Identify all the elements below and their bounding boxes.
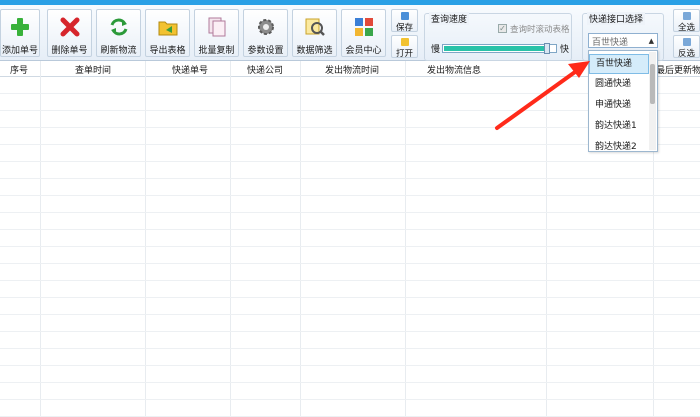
save-icon [401, 12, 409, 20]
export-icon [158, 21, 177, 36]
data-filter-button[interactable]: 数据筛选 [292, 9, 337, 57]
open-label: 打开 [395, 49, 413, 59]
table-row-line [0, 229, 700, 230]
courier-dropdown-list[interactable]: 百世快递 圆通快递 申通快递 韵达快递1 韵达快递2 [588, 50, 658, 152]
table-row-line [0, 280, 700, 281]
table-row-line [0, 212, 700, 213]
plus-icon [11, 18, 29, 36]
dropdown-arrow-icon: ▲ [648, 37, 654, 45]
column-header-ship-info[interactable]: 发出物流信息 [427, 63, 481, 76]
scroll-table-checkbox[interactable]: ✓ [498, 24, 507, 33]
settings-button[interactable]: 参数设置 [243, 9, 288, 57]
select-all-label: 全选 [677, 23, 695, 33]
batch-copy-button[interactable]: 批量复制 [194, 9, 239, 57]
invert-selection-label: 反选 [677, 49, 695, 59]
save-button[interactable]: 保存 [391, 9, 418, 33]
table-row-line [0, 297, 700, 298]
save-label: 保存 [395, 23, 413, 33]
table-row-line [0, 195, 700, 196]
table-row-line [0, 263, 700, 264]
query-speed-title: 查询速度 [429, 12, 470, 25]
dropdown-scrollbar[interactable] [649, 52, 656, 150]
member-center-label: 会员中心 [345, 46, 382, 56]
speed-slider-thumb[interactable] [544, 43, 550, 54]
column-header-query-time[interactable]: 查单时间 [75, 63, 111, 76]
scroll-table-checkbox-label: 查询时滚动表格 [510, 25, 570, 35]
add-number-button[interactable]: 添加单号 [0, 9, 40, 57]
open-button[interactable]: 打开 [391, 35, 418, 59]
copy-icon [208, 17, 225, 37]
export-table-button[interactable]: 导出表格 [145, 9, 190, 57]
slow-label: 慢 [431, 45, 441, 55]
delete-number-label: 删除单号 [51, 46, 88, 56]
courier-interface-title: 快递接口选择 [587, 12, 646, 25]
dropdown-scrollbar-thumb[interactable] [650, 64, 655, 104]
courier-select-value: 百世快递 [592, 38, 629, 48]
table-row-line [0, 178, 700, 179]
column-header-tracking-number[interactable]: 快递单号 [172, 63, 208, 76]
refresh-logistics-label: 刷新物流 [100, 46, 137, 56]
table-row-line [0, 314, 700, 315]
select-all-button[interactable]: 全选 [673, 9, 700, 33]
table-row-line [0, 348, 700, 349]
delete-number-button[interactable]: 删除单号 [47, 9, 92, 57]
table-row-line [0, 161, 700, 162]
query-speed-group: 查询速度 ✓ 查询时滚动表格 慢 快 [424, 12, 572, 61]
batch-copy-label: 批量复制 [198, 46, 235, 56]
data-filter-label: 数据筛选 [296, 46, 333, 56]
export-table-label: 导出表格 [149, 46, 186, 56]
dropdown-option-selected[interactable]: 百世快递 [589, 54, 649, 74]
column-header-courier-company[interactable]: 快递公司 [247, 63, 283, 76]
table-row-line [0, 246, 700, 247]
table-row-line [0, 382, 700, 383]
speed-slider-fill [444, 46, 548, 51]
add-number-label: 添加单号 [1, 46, 38, 56]
dropdown-option[interactable]: 韵达快递1 [589, 116, 649, 136]
fast-label: 快 [560, 45, 570, 55]
table-row-line [0, 331, 700, 332]
refresh-logistics-button[interactable]: 刷新物流 [96, 9, 141, 57]
dropdown-option[interactable]: 韵达快递2 [589, 137, 649, 157]
gear-icon [257, 19, 274, 35]
dropdown-option[interactable]: 申通快递 [589, 95, 649, 115]
table-row-line [0, 399, 700, 400]
column-header-index[interactable]: 序号 [10, 63, 28, 76]
open-folder-icon [401, 38, 409, 46]
table-row-line [0, 365, 700, 366]
select-all-icon [683, 12, 691, 20]
delete-icon [60, 17, 79, 37]
members-icon [354, 18, 373, 36]
invert-selection-icon [683, 38, 691, 46]
settings-label: 参数设置 [247, 46, 284, 56]
courier-select[interactable]: 百世快递 ▲ [588, 33, 658, 48]
column-header-last-update[interactable]: 最后更新物 [656, 63, 700, 76]
filter-icon [305, 18, 325, 36]
dropdown-option[interactable]: 圆通快递 [589, 74, 649, 94]
invert-selection-button[interactable]: 反选 [673, 35, 700, 59]
member-center-button[interactable]: 会员中心 [341, 9, 386, 57]
speed-slider[interactable] [442, 43, 557, 54]
refresh-icon [110, 18, 127, 36]
column-header-ship-time[interactable]: 发出物流时间 [325, 63, 379, 76]
